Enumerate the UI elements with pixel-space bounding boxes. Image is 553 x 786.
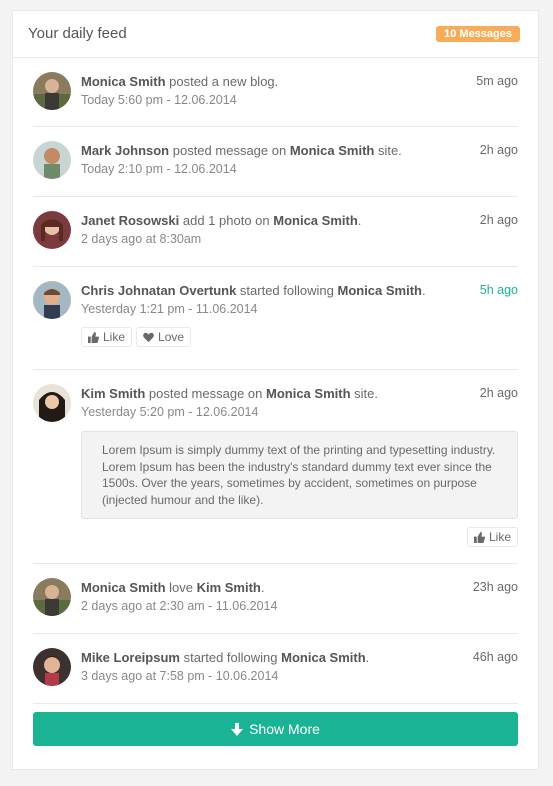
thumbs-up-icon xyxy=(88,331,99,343)
like-button[interactable]: Like xyxy=(81,327,133,347)
panel-header: Your daily feed 10 Messages xyxy=(13,11,538,58)
time-ago: 2h ago xyxy=(479,143,518,157)
thumbs-up-icon xyxy=(473,531,485,543)
feed-time: 2 days ago at 2:30 am - 11.06.2014 xyxy=(81,599,278,613)
feed-text: Mark Johnson posted message on Monica Sm… xyxy=(81,143,402,158)
feed-text: Monica Smith posted a new blog. xyxy=(81,74,279,89)
actor-link[interactable]: Monica Smith xyxy=(81,580,166,595)
feed-time: 3 days ago at 7:58 pm - 10.06.2014 xyxy=(81,669,279,683)
feed-time: 2 days ago at 8:30am xyxy=(81,232,202,246)
target-link[interactable]: Monica Smith xyxy=(337,283,422,298)
target-link[interactable]: Monica Smith xyxy=(281,650,366,665)
feed-time: Today 2:10 pm - 12.06.2014 xyxy=(81,162,237,176)
target-link[interactable]: Monica Smith xyxy=(266,386,351,401)
time-ago: 5h ago xyxy=(479,283,518,297)
show-more-button[interactable]: Show More xyxy=(33,712,518,746)
actor-link[interactable]: Kim Smith xyxy=(81,386,145,401)
feed-item: Mike Loreipsum started following Monica … xyxy=(33,634,518,704)
like-button[interactable]: Like xyxy=(466,527,518,547)
actor-link[interactable]: Monica Smith xyxy=(81,74,166,89)
feed-time: Today 5:60 pm - 12.06.2014 xyxy=(81,93,237,107)
avatar[interactable] xyxy=(33,578,71,616)
messages-badge[interactable]: 10 Messages xyxy=(436,26,520,42)
arrow-down-icon xyxy=(231,722,244,736)
target-link[interactable]: Monica Smith xyxy=(273,213,358,228)
feed-item: Kim Smith posted message on Monica Smith… xyxy=(33,370,518,564)
feed-item: Monica Smith posted a new blog. Today 5:… xyxy=(33,58,518,127)
target-link[interactable]: Monica Smith xyxy=(290,143,375,158)
time-ago: 2h ago xyxy=(479,386,518,400)
actor-link[interactable]: Mark Johnson xyxy=(81,143,169,158)
avatar[interactable] xyxy=(33,281,71,319)
actor-link[interactable]: Mike Loreipsum xyxy=(81,650,180,665)
feed-item: Chris Johnatan Overtunk started followin… xyxy=(33,267,518,370)
avatar[interactable] xyxy=(33,72,71,110)
time-ago: 46h ago xyxy=(472,650,518,664)
feed-time: Yesterday 1:21 pm - 11.06.2014 xyxy=(81,302,258,316)
time-ago: 5m ago xyxy=(476,74,518,88)
time-ago: 2h ago xyxy=(479,213,518,227)
feed-item: Mark Johnson posted message on Monica Sm… xyxy=(33,127,518,197)
love-button[interactable]: Love xyxy=(136,327,192,347)
avatar[interactable] xyxy=(33,384,71,422)
heart-icon xyxy=(143,332,154,342)
avatar[interactable] xyxy=(33,211,71,249)
feed-text: Monica Smith love Kim Smith. xyxy=(81,580,265,595)
actor-link[interactable]: Chris Johnatan Overtunk xyxy=(81,283,236,298)
feed-text: Mike Loreipsum started following Monica … xyxy=(81,650,370,665)
target-link[interactable]: Kim Smith xyxy=(197,580,261,595)
feed-list: Monica Smith posted a new blog. Today 5:… xyxy=(33,58,518,704)
panel-title: Your daily feed xyxy=(28,25,127,42)
actor-link[interactable]: Janet Rosowski xyxy=(81,213,179,228)
feed-item: Monica Smith love Kim Smith. 2 days ago … xyxy=(33,564,518,634)
feed-item: Janet Rosowski add 1 photo on Monica Smi… xyxy=(33,197,518,267)
feed-panel: Your daily feed 10 Messages Monica Smith… xyxy=(12,10,539,770)
feed-text: Kim Smith posted message on Monica Smith… xyxy=(81,386,378,401)
message-quote: Lorem Ipsum is simply dummy text of the … xyxy=(81,431,518,519)
feed-text: Janet Rosowski add 1 photo on Monica Smi… xyxy=(81,213,362,228)
avatar[interactable] xyxy=(33,141,71,179)
reaction-buttons: Like Love xyxy=(81,327,518,347)
feed-time: Yesterday 5:20 pm - 12.06.2014 xyxy=(81,405,259,419)
feed-text: Chris Johnatan Overtunk started followin… xyxy=(81,283,426,298)
avatar[interactable] xyxy=(33,648,71,686)
time-ago: 23h ago xyxy=(472,580,518,594)
